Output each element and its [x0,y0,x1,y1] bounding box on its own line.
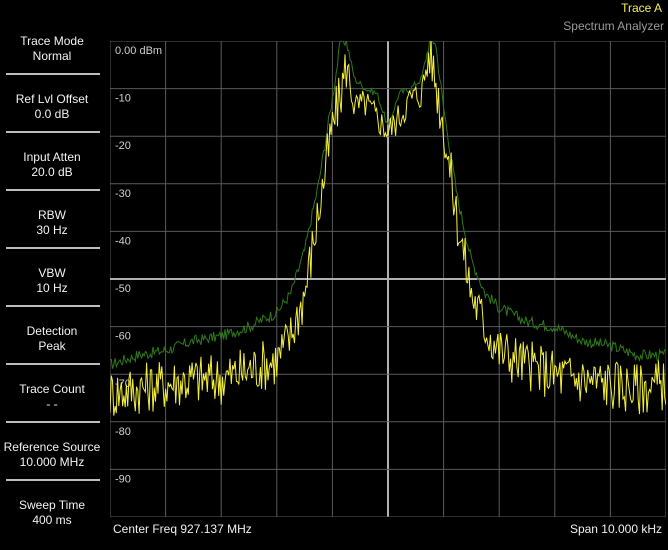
softkey-separator [6,479,100,481]
softkey-value: 30 Hz [36,223,68,237]
softkey-detection[interactable]: Detection Peak [0,318,104,376]
softkey-label: Detection [26,324,78,338]
softkey-label: Trace Mode [20,34,84,48]
softkey-value: 20.0 dB [31,165,73,179]
y-tick-label: -60 [115,331,131,343]
y-tick-label: -30 [115,188,131,200]
softkey-trace-count[interactable]: Trace Count - - [0,376,104,434]
softkey-label: Reference Source [3,440,101,454]
y-tick-label: -20 [115,140,131,152]
softkey-separator [6,305,100,307]
softkey-trace-mode[interactable]: Trace Mode Normal [0,28,104,86]
softkey-separator [6,421,100,423]
plot-grid [110,41,666,517]
mode-title: Spectrum Analyzer [563,19,664,33]
softkey-separator [6,247,100,249]
softkey-sweep-time[interactable]: Sweep Time 400 ms [0,492,104,550]
softkey-input-atten[interactable]: Input Atten 20.0 dB [0,144,104,202]
softkey-value: Peak [38,339,66,353]
y-axis-labels: 0.00 dBm-10-20-30-40-50-60-70-80-90 [115,45,162,485]
softkey-separator [6,73,100,75]
y-tick-label: -90 [115,473,131,485]
softkey-value: - - [46,397,58,411]
softkey-label: Trace Count [19,382,85,396]
spectrum-plot[interactable]: 0.00 dBm-10-20-30-40-50-60-70-80-90 [110,41,666,517]
softkey-value: 400 ms [32,513,72,527]
softkey-ref-lvl-offset[interactable]: Ref Lvl Offset 0.0 dB [0,86,104,144]
span-label: Span 10.000 kHz [569,522,662,536]
softkey-value: 0.0 dB [34,107,70,121]
softkey-separator [6,189,100,191]
softkey-separator [6,363,100,365]
y-tick-label: 0.00 dBm [115,45,162,57]
softkey-label: Input Atten [23,150,81,164]
softkey-label: RBW [38,208,66,222]
softkey-value: 10.000 MHz [19,455,85,469]
softkey-menu: Trace Mode Normal Ref Lvl Offset 0.0 dB … [0,28,104,550]
softkey-vbw[interactable]: VBW 10 Hz [0,260,104,318]
y-tick-label: -50 [115,283,131,295]
softkey-separator [6,131,100,133]
trace-title: Trace A [621,1,662,15]
center-frequency-label: Center Freq 927.137 MHz [113,522,252,536]
softkey-value: Normal [32,49,72,63]
softkey-label: Sweep Time [18,498,86,512]
softkey-value: 10 Hz [36,281,68,295]
softkey-rbw[interactable]: RBW 30 Hz [0,202,104,260]
softkey-label: Ref Lvl Offset [15,92,89,106]
softkey-label: VBW [38,266,66,280]
y-tick-label: -10 [115,93,131,105]
y-tick-label: -80 [115,426,131,438]
softkey-reference-source[interactable]: Reference Source 10.000 MHz [0,434,104,492]
y-tick-label: -40 [115,235,131,247]
